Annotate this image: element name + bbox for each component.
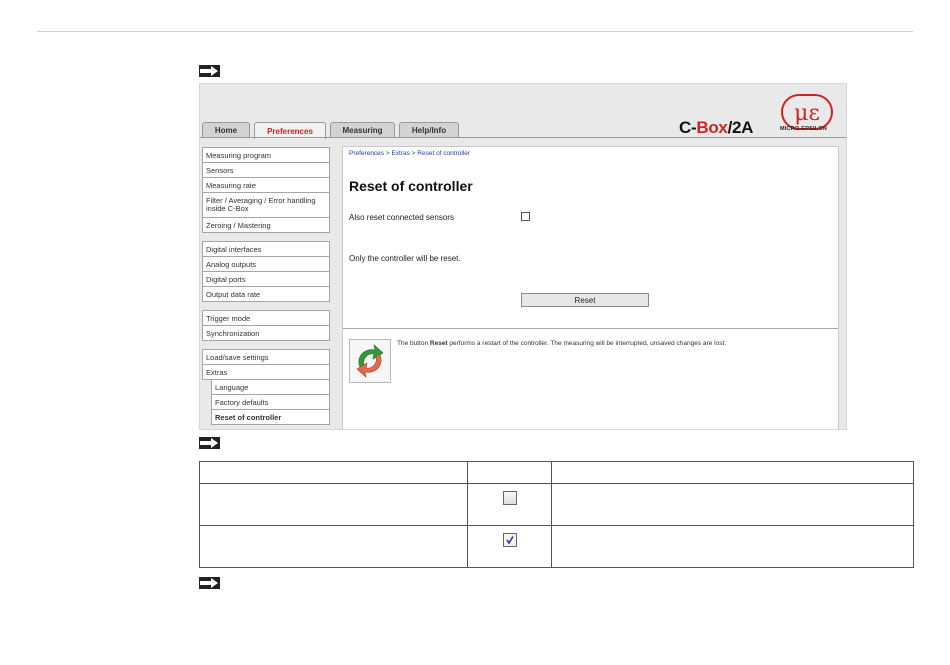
checked-checkbox-icon: [502, 532, 517, 547]
table-cell: [467, 461, 552, 484]
arrow-right-icon: [199, 577, 220, 589]
menu-item-measuring-rate[interactable]: Measuring rate: [202, 178, 330, 193]
arrow-right-icon: [199, 437, 220, 449]
logo-text: MICRO-EPSILON: [780, 126, 827, 132]
reset-sensors-label: Also reset connected sensors: [349, 213, 454, 222]
menu-item-digital-interfaces[interactable]: Digital interfaces: [202, 241, 330, 257]
tab-home[interactable]: Home: [202, 122, 250, 138]
menu-group-outputs: Digital interfaces Analog outputs Digita…: [202, 241, 330, 302]
menu-item-output-data-rate[interactable]: Output data rate: [202, 287, 330, 302]
table-header-row: [199, 461, 914, 484]
table-row: [199, 483, 914, 526]
micro-epsilon-logo-icon: με: [781, 94, 833, 130]
options-table: [199, 461, 914, 568]
menu-item-reset-of-controller[interactable]: Reset of controller: [211, 410, 330, 425]
menu-item-measuring-program[interactable]: Measuring program: [202, 147, 330, 163]
table-row: [199, 525, 914, 568]
reset-note: Only the controller will be reset.: [349, 254, 461, 263]
table-cell: [467, 525, 552, 568]
menu-item-factory-defaults[interactable]: Factory defaults: [211, 395, 330, 410]
reset-sensors-checkbox[interactable]: [521, 212, 530, 221]
page-top-rule: [37, 31, 913, 32]
menu-item-load-save-settings[interactable]: Load/save settings: [202, 349, 330, 365]
restart-icon: [349, 339, 391, 383]
table-cell: [199, 461, 468, 484]
reset-button[interactable]: Reset: [521, 293, 649, 307]
arrow-right-icon: [199, 65, 220, 77]
controller-web-interface-screenshot: Home Preferences Measuring Help/Info C-B…: [199, 83, 847, 430]
menu-item-analog-outputs[interactable]: Analog outputs: [202, 257, 330, 272]
product-name: C-Box/2A: [679, 118, 754, 137]
menu-group-settings: Load/save settings Extras Language Facto…: [202, 349, 330, 425]
table-cell: [551, 483, 914, 526]
menu-item-filter[interactable]: Filter / Averaging / Error handling insi…: [202, 193, 330, 218]
menu-group-measuring: Measuring program Sensors Measuring rate…: [202, 147, 330, 233]
main-tabs: Home Preferences Measuring Help/Info: [202, 122, 459, 139]
content-divider: [343, 328, 838, 329]
table-cell: [467, 483, 552, 526]
tab-measuring[interactable]: Measuring: [330, 122, 395, 138]
page-title: Reset of controller: [349, 178, 473, 194]
svg-text:με: με: [794, 101, 820, 126]
menu-item-zeroing[interactable]: Zeroing / Mastering: [202, 218, 330, 233]
table-cell: [551, 525, 914, 568]
table-cell: [199, 483, 468, 526]
unchecked-checkbox-icon: [502, 490, 517, 505]
menu-item-trigger-mode[interactable]: Trigger mode: [202, 310, 330, 326]
menu-item-language[interactable]: Language: [211, 380, 330, 395]
breadcrumb[interactable]: Preferences > Extras > Reset of controll…: [349, 150, 470, 157]
info-text: The button Reset performs a restart of t…: [397, 340, 727, 347]
menu-item-extras[interactable]: Extras: [202, 365, 330, 380]
table-cell: [199, 525, 468, 568]
menu-item-sensors[interactable]: Sensors: [202, 163, 330, 178]
content-panel: Preferences > Extras > Reset of controll…: [342, 146, 839, 429]
menu-item-synchronization[interactable]: Synchronization: [202, 326, 330, 341]
menu-group-trigger: Trigger mode Synchronization: [202, 310, 330, 341]
table-cell: [551, 461, 914, 484]
menu-item-digital-ports[interactable]: Digital ports: [202, 272, 330, 287]
tab-help-info[interactable]: Help/Info: [399, 122, 459, 138]
